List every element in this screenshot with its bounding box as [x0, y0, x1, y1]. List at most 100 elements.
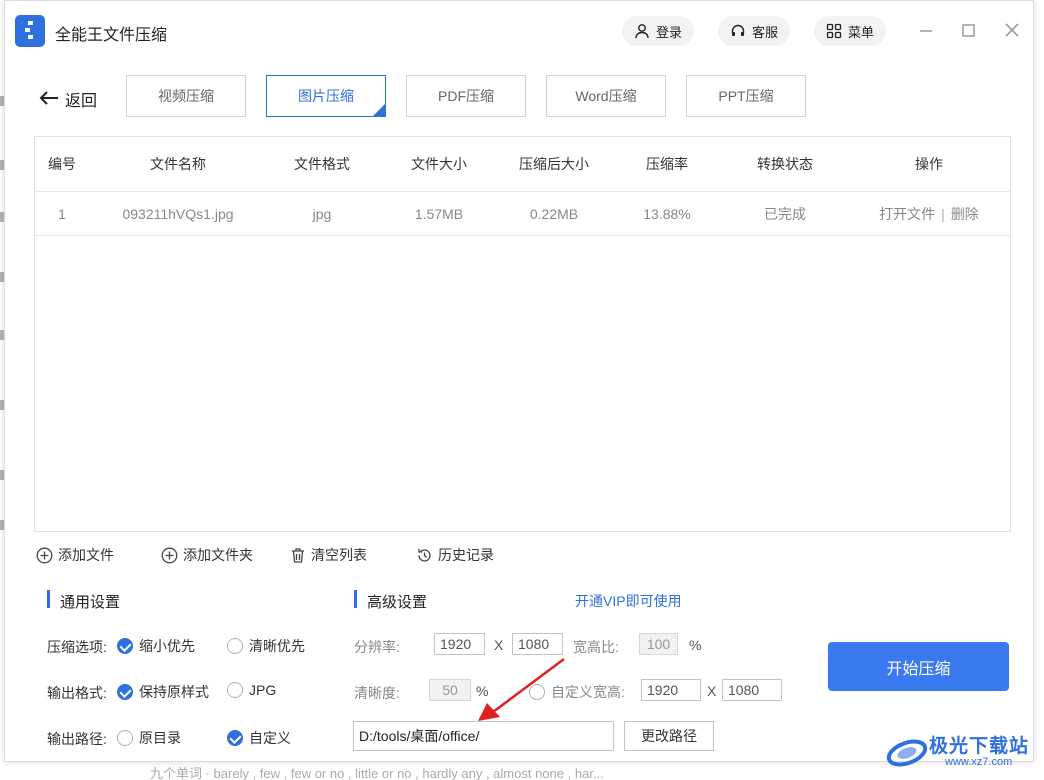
radio-checked-icon	[117, 638, 133, 654]
start-compress-button[interactable]: 开始压缩	[828, 642, 1009, 691]
header-actions: 操作	[915, 156, 943, 172]
radio-checked-icon	[117, 684, 133, 700]
general-settings-title: 通用设置	[60, 594, 121, 611]
history-label: 历史记录	[438, 547, 494, 563]
section-marker	[354, 590, 357, 608]
change-path-button[interactable]: 更改路径	[624, 721, 714, 751]
compress-option-label: 压缩选项:	[47, 639, 107, 655]
tab-pdf-compress[interactable]: PDF压缩	[406, 75, 526, 117]
row-actions: 打开文件 | 删除	[869, 192, 989, 235]
grid-icon	[826, 23, 842, 39]
service-label: 客服	[752, 24, 779, 40]
percent-sign: %	[689, 637, 702, 653]
app-title: 全能王文件压缩	[55, 27, 168, 44]
login-button[interactable]: 登录	[622, 16, 695, 46]
output-path-label: 输出路径:	[47, 731, 107, 747]
clear-list-label: 清空列表	[311, 547, 367, 563]
table-header: 编号 文件名称 文件格式 文件大小 压缩后大小 压缩率 转换状态 操作	[35, 137, 1010, 192]
tab-video-compress[interactable]: 视频压缩	[126, 75, 246, 117]
file-table: 编号 文件名称 文件格式 文件大小 压缩后大小 压缩率 转换状态 操作 1 09…	[34, 136, 1011, 532]
close-icon[interactable]	[1001, 19, 1023, 41]
minimize-icon[interactable]	[915, 19, 937, 41]
delete-link[interactable]: 删除	[951, 204, 979, 224]
aspect-ratio-label: 宽高比:	[573, 639, 619, 655]
row-size: 1.57MB	[414, 205, 464, 222]
vip-link[interactable]: 开通VIP即可使用	[575, 591, 682, 611]
watermark-url: www.xz7.com	[945, 756, 1013, 768]
header-size: 文件大小	[411, 156, 467, 172]
open-file-link[interactable]: 打开文件	[879, 204, 935, 224]
maximize-icon[interactable]	[957, 19, 979, 41]
swirl-logo-icon	[886, 739, 928, 767]
add-folder-label: 添加文件夹	[183, 547, 253, 563]
add-folder-button[interactable]: 添加文件夹	[161, 545, 253, 565]
header-format: 文件格式	[294, 156, 350, 172]
row-ratio: 13.88%	[643, 205, 691, 222]
menu-label: 菜单	[848, 24, 875, 40]
advanced-settings-title: 高级设置	[367, 594, 428, 611]
clarity-label: 清晰度:	[354, 685, 400, 701]
headset-icon	[730, 23, 746, 39]
custom-height-field[interactable]: 1080	[722, 679, 782, 701]
radio-checked-icon	[227, 730, 243, 746]
header-status: 转换状态	[757, 156, 813, 172]
back-label: 返回	[65, 93, 98, 110]
plus-circle-icon	[161, 547, 178, 563]
history-icon	[418, 548, 431, 562]
section-marker	[47, 590, 50, 608]
annotation-arrow-icon	[478, 657, 565, 721]
resolution-label: 分辨率:	[354, 639, 400, 655]
radio-label: 自定义	[249, 730, 291, 746]
app-window: 全能王文件压缩 登录 客服 菜单 返回 视频压缩 图片压缩 PDF压缩 Word…	[4, 0, 1034, 768]
add-file-label: 添加文件	[58, 547, 114, 563]
history-button[interactable]: 历史记录	[416, 545, 494, 565]
row-status: 已完成	[764, 205, 806, 222]
tab-image-compress[interactable]: 图片压缩	[266, 75, 386, 117]
service-button[interactable]: 客服	[718, 16, 791, 46]
radio-custom-dir[interactable]: 自定义	[227, 728, 291, 748]
menu-button[interactable]: 菜单	[814, 16, 887, 46]
header-filename: 文件名称	[150, 156, 206, 172]
tab-word-compress[interactable]: Word压缩	[546, 75, 666, 117]
custom-width-field[interactable]: 1920	[641, 679, 701, 701]
user-icon	[634, 23, 650, 39]
row-compressed-size: 0.22MB	[529, 205, 579, 222]
times-sign: X	[707, 683, 717, 699]
arrow-left-icon	[39, 90, 59, 109]
radio-keep-format[interactable]: 保持原样式	[117, 682, 209, 702]
clarity-field[interactable]: 50	[429, 679, 471, 701]
output-format-label: 输出格式:	[47, 685, 107, 701]
tab-ppt-compress[interactable]: PPT压缩	[686, 75, 806, 117]
clear-list-button[interactable]: 清空列表	[290, 545, 367, 565]
header-ratio: 压缩率	[646, 156, 688, 172]
radio-clarity-first[interactable]: 清晰优先	[227, 636, 305, 656]
add-file-button[interactable]: 添加文件	[36, 545, 114, 565]
radio-unchecked-icon	[117, 730, 133, 746]
radio-shrink-first[interactable]: 缩小优先	[117, 636, 195, 656]
header-compressed-size: 压缩后大小	[519, 156, 589, 172]
radio-unchecked-icon	[227, 638, 243, 654]
action-separator: |	[941, 205, 945, 222]
trash-icon	[292, 547, 304, 563]
row-format: jpg	[312, 205, 332, 222]
titlebar: 全能王文件压缩 登录 客服 菜单	[5, 1, 1033, 61]
aspect-ratio-field[interactable]: 100	[639, 633, 678, 655]
radio-label: 原目录	[139, 730, 181, 746]
resolution-width-field[interactable]: 1920	[434, 633, 485, 655]
row-filename: 093211hVQs1.jpg	[122, 205, 234, 222]
radio-jpg[interactable]: JPG	[227, 682, 276, 698]
back-button[interactable]: 返回	[39, 87, 97, 111]
radio-label: 保持原样式	[139, 684, 209, 700]
radio-label: JPG	[249, 682, 277, 698]
header-index: 编号	[48, 156, 76, 172]
output-path-input[interactable]: D:/tools/桌面/office/	[353, 721, 614, 751]
resolution-height-field[interactable]: 1080	[512, 633, 563, 655]
watermark-logo: 极光下载站 www.xz7.com	[885, 729, 1035, 773]
radio-original-dir[interactable]: 原目录	[117, 728, 181, 748]
times-sign: X	[494, 637, 504, 653]
plus-circle-icon	[36, 547, 53, 563]
watermark-brand: 极光下载站	[929, 736, 1030, 757]
table-row[interactable]: 1 093211hVQs1.jpg jpg 1.57MB 0.22MB 13.8…	[35, 192, 1010, 236]
row-index: 1	[58, 205, 66, 222]
radio-label: 缩小优先	[139, 638, 195, 654]
